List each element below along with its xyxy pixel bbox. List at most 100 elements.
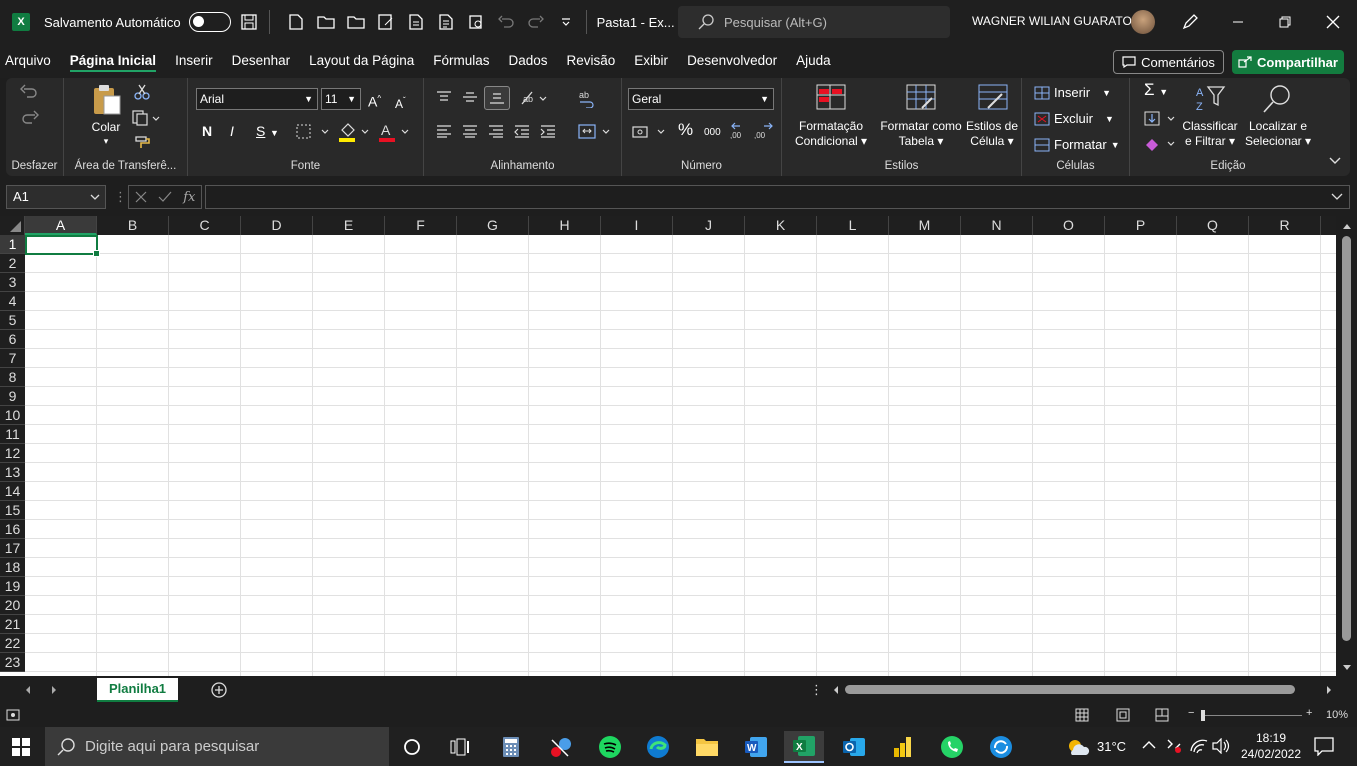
column-header-k[interactable]: K — [745, 216, 817, 235]
volume-icon[interactable] — [1212, 738, 1230, 754]
save-icon[interactable] — [237, 10, 261, 34]
column-header-g[interactable]: G — [457, 216, 529, 235]
taskbar-search-input[interactable]: Digite aqui para pesquisar — [45, 727, 389, 766]
ribbon-undo-icon[interactable] — [20, 84, 40, 100]
spreadsheet-grid[interactable]: ABCDEFGHIJKLMNOPQR 1 2 3 4 5 6 7 8 9 10 11 12 13 14 15… — [0, 216, 1336, 676]
cancel-icon[interactable] — [135, 191, 147, 203]
cell-styles-icon[interactable] — [978, 84, 1008, 112]
scroll-left-icon[interactable] — [832, 685, 840, 695]
row-header-7[interactable]: 7 — [0, 349, 25, 368]
search-input[interactable]: Pesquisar (Alt+G) — [678, 6, 950, 38]
row-header-22[interactable]: 22 — [0, 634, 25, 653]
decrease-decimal-icon[interactable]: ,00 — [754, 122, 774, 140]
collapse-ribbon-icon[interactable] — [1328, 156, 1342, 166]
sync-icon[interactable] — [981, 731, 1021, 763]
orientation-icon[interactable]: ab — [520, 90, 550, 106]
open-folder-icon[interactable] — [314, 10, 338, 34]
row-header-17[interactable]: 17 — [0, 539, 25, 558]
menu-desenvolvedor[interactable]: Desenvolvedor — [687, 44, 777, 78]
column-header-i[interactable]: I — [601, 216, 673, 235]
find-select-label[interactable]: Localizar e Selecionar ▾ — [1242, 119, 1314, 149]
normal-view-icon[interactable] — [1075, 708, 1089, 722]
excel-icon[interactable]: X — [784, 731, 824, 763]
user-name[interactable]: WAGNER WILIAN GUARATO — [972, 14, 1132, 28]
snipping-icon[interactable] — [540, 731, 580, 763]
align-left-icon[interactable] — [436, 124, 452, 138]
comments-button[interactable]: Comentários — [1113, 50, 1224, 74]
find-select-icon[interactable] — [1262, 84, 1292, 114]
format-painter-icon[interactable] — [134, 134, 152, 150]
currency-icon[interactable] — [632, 124, 666, 140]
document-lines-icon[interactable] — [434, 10, 458, 34]
calculator-icon[interactable] — [491, 731, 531, 763]
font-family-select[interactable]: Arial ▼ — [196, 88, 318, 110]
align-top-icon[interactable] — [436, 90, 452, 104]
insert-cells-button[interactable]: Inserir ▼ — [1034, 85, 1111, 100]
row-header-12[interactable]: 12 — [0, 444, 25, 463]
grow-font-icon[interactable]: A^ — [368, 91, 381, 110]
share-button[interactable]: Compartilhar — [1232, 50, 1344, 74]
edit-doc-icon[interactable] — [374, 10, 398, 34]
restore-icon[interactable] — [1273, 10, 1297, 34]
power-bi-icon[interactable] — [883, 731, 923, 763]
italic-button[interactable]: I — [230, 124, 234, 139]
format-table-icon[interactable] — [906, 84, 936, 112]
column-header-d[interactable]: D — [241, 216, 313, 235]
column-header-f[interactable]: F — [385, 216, 457, 235]
file-explorer-icon[interactable] — [687, 731, 727, 763]
column-header-q[interactable]: Q — [1177, 216, 1249, 235]
thousands-button[interactable]: 000 — [704, 125, 721, 140]
new-file-icon[interactable] — [284, 10, 308, 34]
column-header-n[interactable]: N — [961, 216, 1033, 235]
row-header-9[interactable]: 9 — [0, 387, 25, 406]
insert-function-icon[interactable]: fx — [183, 190, 195, 205]
conditional-format-icon[interactable] — [816, 84, 846, 112]
column-header-a[interactable]: A — [25, 216, 97, 235]
autosum-icon[interactable]: Σ ▼ — [1144, 81, 1168, 100]
autosave-toggle[interactable] — [188, 12, 231, 32]
delete-cells-button[interactable]: Excluir ▼ — [1034, 111, 1114, 126]
page-break-icon[interactable] — [1155, 708, 1169, 722]
row-header-15[interactable]: 15 — [0, 501, 25, 520]
customize-toolbar-icon[interactable] — [554, 10, 578, 34]
scroll-right-icon[interactable] — [1325, 685, 1333, 695]
row-header-16[interactable]: 16 — [0, 520, 25, 539]
row-header-8[interactable]: 8 — [0, 368, 25, 387]
column-header-e[interactable]: E — [313, 216, 385, 235]
row-header-4[interactable]: 4 — [0, 292, 25, 311]
row-header-2[interactable]: 2 — [0, 254, 25, 273]
wifi-icon[interactable] — [1190, 738, 1208, 754]
increase-indent-icon[interactable] — [540, 124, 556, 138]
menu-formulas[interactable]: Fórmulas — [433, 44, 489, 78]
ribbon-redo-icon[interactable] — [20, 110, 40, 126]
clock[interactable]: 18:19 24/02/2022 — [1236, 730, 1306, 762]
column-header-p[interactable]: P — [1105, 216, 1177, 235]
column-header-h[interactable]: H — [529, 216, 601, 235]
align-middle-icon[interactable] — [462, 90, 478, 104]
cut-icon[interactable] — [134, 84, 150, 100]
add-sheet-icon[interactable] — [210, 681, 228, 699]
formula-input[interactable] — [205, 185, 1350, 209]
word-icon[interactable]: W — [736, 731, 776, 763]
menu-exibir[interactable]: Exibir — [634, 44, 668, 78]
zoom-level[interactable]: 10% — [1326, 709, 1348, 721]
column-header-j[interactable]: J — [673, 216, 745, 235]
network-sync-icon[interactable] — [1164, 737, 1184, 755]
column-header-l[interactable]: L — [817, 216, 889, 235]
row-header-5[interactable]: 5 — [0, 311, 25, 330]
zoom-out-icon[interactable]: − — [1188, 707, 1194, 719]
decrease-indent-icon[interactable] — [514, 124, 530, 138]
task-view-icon[interactable] — [440, 731, 480, 763]
sort-filter-icon[interactable]: AZ — [1194, 84, 1226, 114]
row-header-20[interactable]: 20 — [0, 596, 25, 615]
row-header-13[interactable]: 13 — [0, 463, 25, 482]
row-header-11[interactable]: 11 — [0, 425, 25, 444]
wrap-text-icon[interactable]: ab — [578, 90, 596, 108]
folder-icon[interactable] — [344, 10, 368, 34]
row-header-10[interactable]: 10 — [0, 406, 25, 425]
merge-center-icon[interactable] — [578, 124, 612, 140]
increase-decimal-icon[interactable]: ,00 — [730, 122, 750, 140]
column-header-c[interactable]: C — [169, 216, 241, 235]
menu-inserir[interactable]: Inserir — [175, 44, 213, 78]
windows-start-icon[interactable] — [12, 738, 30, 756]
